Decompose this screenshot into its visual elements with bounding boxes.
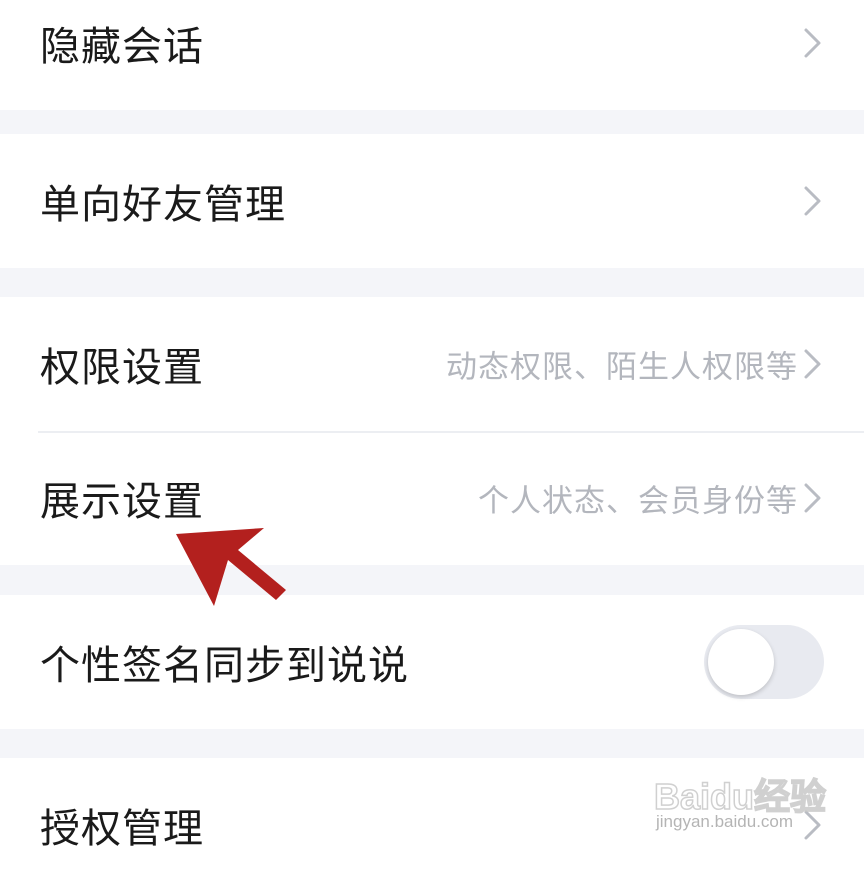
- one-way-friends-row[interactable]: 单向好友管理: [0, 134, 864, 268]
- permission-settings-value: 动态权限、陌生人权限等: [446, 349, 798, 386]
- signature-sync-label: 个性签名同步到说说: [40, 643, 409, 689]
- chevron-right-icon: [804, 349, 821, 379]
- signature-sync-toggle[interactable]: [704, 625, 824, 699]
- chevron-right-icon: [804, 186, 821, 216]
- signature-sync-row: 个性签名同步到说说: [0, 595, 864, 729]
- chevron-right-icon: [804, 28, 821, 58]
- hidden-chat-row[interactable]: 隐藏会话: [0, 0, 864, 110]
- group-one-way-friends: 单向好友管理: [0, 134, 864, 268]
- group-authorization: 授权管理: [0, 758, 864, 892]
- permission-settings-row[interactable]: 权限设置 动态权限、陌生人权限等: [0, 297, 864, 431]
- group-hidden-chat: 隐藏会话: [0, 0, 864, 110]
- display-settings-label: 展示设置: [40, 479, 204, 525]
- one-way-friends-label: 单向好友管理: [40, 182, 286, 228]
- row-divider: [38, 431, 864, 433]
- hidden-chat-label: 隐藏会话: [40, 24, 204, 70]
- chevron-right-icon: [804, 810, 821, 840]
- toggle-knob: [708, 629, 774, 695]
- display-settings-value: 个人状态、会员身份等: [478, 483, 798, 520]
- display-settings-row[interactable]: 展示设置 个人状态、会员身份等: [0, 431, 864, 565]
- group-signature-sync: 个性签名同步到说说: [0, 595, 864, 729]
- chevron-right-icon: [804, 483, 821, 513]
- authorization-label: 授权管理: [40, 806, 204, 852]
- permission-settings-label: 权限设置: [40, 345, 204, 391]
- group-privacy: 权限设置 动态权限、陌生人权限等 展示设置 个人状态、会员身份等: [0, 297, 864, 565]
- authorization-row[interactable]: 授权管理: [0, 758, 864, 892]
